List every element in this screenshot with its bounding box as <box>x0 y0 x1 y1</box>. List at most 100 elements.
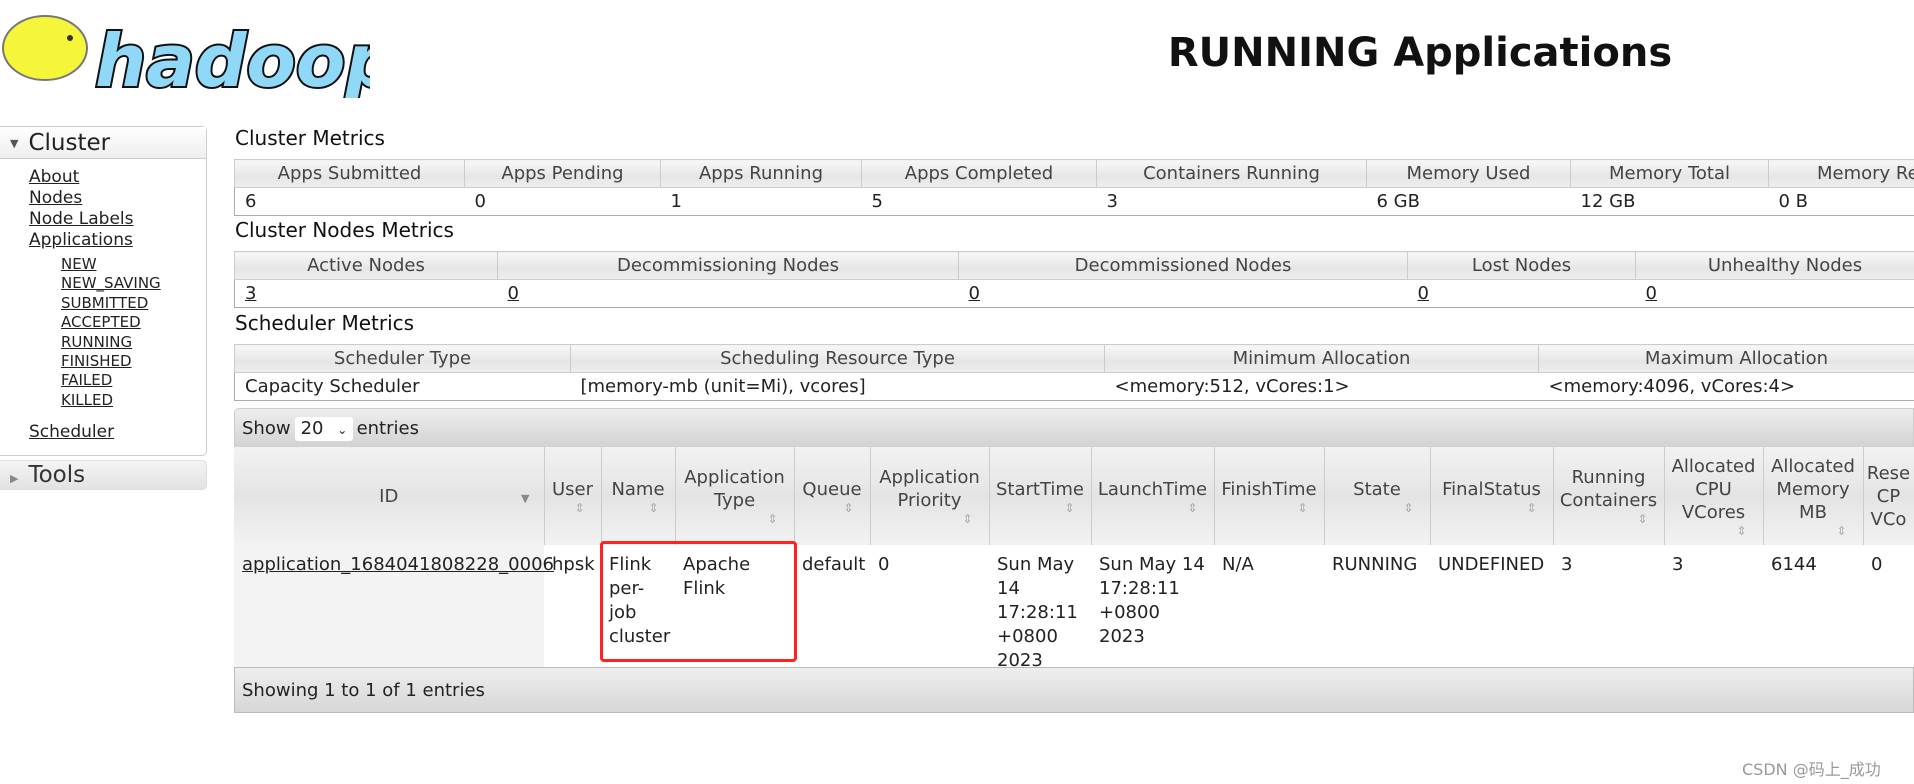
sort-icon: ⇕ <box>574 500 585 515</box>
cell-priority: 0 <box>878 554 890 575</box>
application-id-link[interactable]: application_1684041808228_0006 <box>242 554 554 575</box>
entries-info: Showing 1 to 1 of 1 entries <box>242 680 485 701</box>
value-memory-used: 6 GB <box>1366 187 1571 216</box>
applications-table: ID ▼ User ⇕ Name ⇕ Application Type ⇕ Queue ⇕… <box>234 447 1914 673</box>
show-label: Show <box>242 418 291 439</box>
sidebar-cluster-header[interactable]: ▼ Cluster <box>0 127 206 159</box>
sort-icon: ⇕ <box>962 512 973 526</box>
sort-desc-icon: ▼ <box>521 492 530 505</box>
cell-finishtime: N/A <box>1222 554 1254 575</box>
header-memory-reserved: Memory Re <box>1768 159 1914 188</box>
cell-state: RUNNING <box>1332 554 1418 575</box>
header-minimum-allocation: Minimum Allocation <box>1104 344 1539 373</box>
header-lost-nodes: Lost Nodes <box>1407 251 1636 280</box>
header-scheduling-resource-type: Scheduling Resource Type <box>570 344 1105 373</box>
cell-allocated-memory: 6144 <box>1771 554 1817 575</box>
value-apps-submitted: 6 <box>234 187 465 216</box>
highlight-annotation-box <box>600 541 797 662</box>
page-title: RUNNING Applications <box>1167 30 1673 76</box>
cluster-metrics-table: Apps Submitted Apps Pending Apps Running Ap… <box>234 159 1914 216</box>
column-header-queue[interactable]: Queue ⇕ <box>794 447 871 545</box>
value-minimum-allocation: <memory:512, vCores:1> <box>1104 372 1539 401</box>
sort-icon: ⇕ <box>648 500 659 515</box>
sidebar: ▼ Cluster About Nodes Node Labels Applica… <box>0 126 207 491</box>
sort-icon: ⇕ <box>1526 500 1537 515</box>
header-decommissioning-nodes: Decommissioning Nodes <box>497 251 959 280</box>
header-maximum-allocation: Maximum Allocation <box>1538 344 1914 373</box>
sidebar-state-killed[interactable]: KILLED <box>61 391 113 410</box>
header-apps-pending: Apps Pending <box>464 159 661 188</box>
datatable-toolbar: Show 20 ⌄ entries <box>234 408 1914 448</box>
column-header-starttime[interactable]: StartTime ⇕ <box>989 447 1092 545</box>
scheduler-metrics-title: Scheduler Metrics <box>235 311 415 335</box>
link-lost-nodes[interactable]: 0 <box>1418 283 1429 304</box>
sidebar-link-applications[interactable]: Applications <box>29 230 133 251</box>
cell-finalstatus: UNDEFINED <box>1438 554 1545 575</box>
value-maximum-allocation: <memory:4096, vCores:4> <box>1538 372 1914 401</box>
cluster-metrics-title: Cluster Metrics <box>235 126 385 150</box>
header-apps-completed: Apps Completed <box>861 159 1097 188</box>
sidebar-state-finished[interactable]: FINISHED <box>61 352 132 371</box>
sidebar-state-new-saving[interactable]: NEW_SAVING <box>61 274 161 293</box>
sidebar-state-running[interactable]: RUNNING <box>61 333 132 352</box>
scheduler-metrics-table: Scheduler Type Scheduling Resource Type Mi… <box>234 344 1914 401</box>
cell-starttime: Sun May 14 17:28:11 +0800 2023 <box>997 554 1078 671</box>
value-memory-reserved: 0 B <box>1768 187 1914 216</box>
header-memory-total: Memory Total <box>1570 159 1769 188</box>
link-active-nodes[interactable]: 3 <box>245 283 256 304</box>
column-header-user[interactable]: User ⇕ <box>544 447 602 545</box>
cell-running-containers: 3 <box>1561 554 1573 575</box>
column-header-finishtime[interactable]: FinishTime ⇕ <box>1214 447 1325 545</box>
header-apps-submitted: Apps Submitted <box>234 159 465 188</box>
sort-icon: ⇕ <box>1187 500 1198 515</box>
column-header-allocated-cpu-vcores[interactable]: Allocated CPU VCores ⇕ <box>1664 447 1764 545</box>
sidebar-state-submitted[interactable]: SUBMITTED <box>61 294 148 313</box>
table-row: application_1684041808228_0006 hpsk Flin… <box>234 545 1914 673</box>
triangle-down-icon: ▼ <box>10 136 19 150</box>
column-header-state[interactable]: State ⇕ <box>1324 447 1431 545</box>
column-header-allocated-memory-mb[interactable]: Allocated Memory MB ⇕ <box>1763 447 1864 545</box>
header-memory-used: Memory Used <box>1366 159 1571 188</box>
header-scheduler-type: Scheduler Type <box>234 344 571 373</box>
column-header-application-type[interactable]: Application Type ⇕ <box>675 447 795 545</box>
value-scheduler-type: Capacity Scheduler <box>234 372 571 401</box>
column-header-application-priority[interactable]: Application Priority ⇕ <box>870 447 990 545</box>
value-apps-pending: 0 <box>464 187 661 216</box>
sort-icon: ⇕ <box>1736 523 1747 538</box>
page-size-select[interactable]: 20 ⌄ <box>294 417 353 441</box>
sidebar-state-accepted[interactable]: ACCEPTED <box>61 313 141 332</box>
tools-label: Tools <box>28 462 86 489</box>
header-decommissioned-nodes: Decommissioned Nodes <box>958 251 1408 280</box>
triangle-right-icon: ▶ <box>10 472 19 486</box>
value-apps-completed: 5 <box>861 187 1097 216</box>
sidebar-state-new[interactable]: NEW <box>61 255 97 274</box>
link-decommissioning-nodes[interactable]: 0 <box>508 283 519 304</box>
column-header-reserved-cpu-vcores[interactable]: Rese CP VCo <box>1863 447 1914 545</box>
node-metrics-table: Active Nodes Decommissioning Nodes Decommi… <box>234 251 1914 308</box>
value-apps-running: 1 <box>660 187 862 216</box>
sidebar-state-failed[interactable]: FAILED <box>61 371 112 390</box>
link-unhealthy-nodes[interactable]: 0 <box>1646 283 1657 304</box>
datatable-footer: Showing 1 to 1 of 1 entries <box>234 667 1914 713</box>
cluster-label: Cluster <box>28 130 111 156</box>
sort-icon: ⇕ <box>1297 500 1308 515</box>
sidebar-link-nodes[interactable]: Nodes <box>29 188 82 209</box>
hadoop-logo: hadoop <box>2 15 370 98</box>
value-containers-running: 3 <box>1096 187 1367 216</box>
link-decommissioned-nodes[interactable]: 0 <box>969 283 980 304</box>
column-header-launchtime[interactable]: LaunchTime ⇕ <box>1091 447 1215 545</box>
value-scheduling-resource-type: [memory-mb (unit=Mi), vcores] <box>570 372 1105 401</box>
column-header-id[interactable]: ID ▼ <box>234 447 545 545</box>
cell-reserved-vcores: 0 <box>1871 554 1883 575</box>
sidebar-link-scheduler[interactable]: Scheduler <box>29 422 114 443</box>
sidebar-link-node-labels[interactable]: Node Labels <box>29 209 134 230</box>
header-active-nodes: Active Nodes <box>234 251 498 280</box>
sidebar-link-about[interactable]: About <box>29 167 79 188</box>
cell-queue: default <box>802 554 866 575</box>
cell-user: hpsk <box>552 554 595 575</box>
page-size-value: 20 <box>300 418 324 439</box>
sidebar-tools-header[interactable]: ▶ Tools <box>0 460 207 491</box>
column-header-running-containers[interactable]: Running Containers ⇕ <box>1553 447 1665 545</box>
column-header-name[interactable]: Name ⇕ <box>601 447 676 545</box>
column-header-finalstatus[interactable]: FinalStatus ⇕ <box>1430 447 1554 545</box>
